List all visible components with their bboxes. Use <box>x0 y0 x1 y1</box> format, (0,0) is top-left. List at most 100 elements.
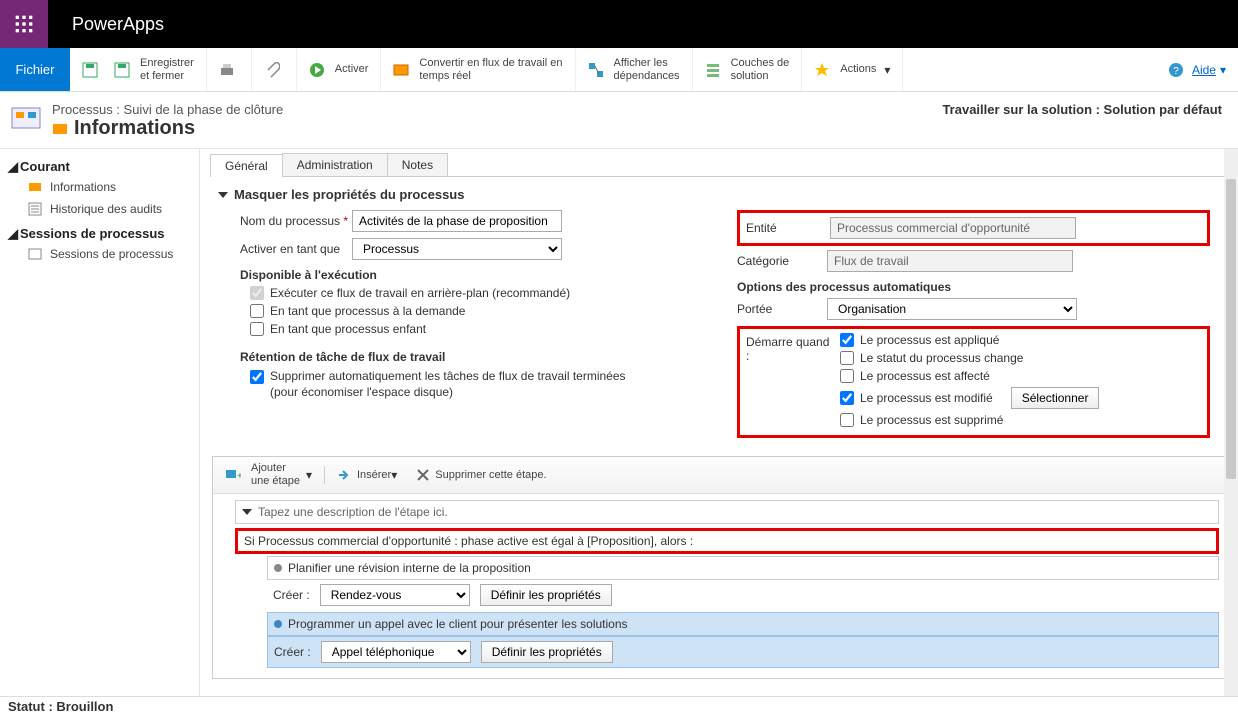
auto-options-header: Options des processus automatiques <box>737 280 1210 294</box>
retention-checkbox[interactable] <box>250 370 264 384</box>
action-2-title[interactable]: Programmer un appel avec le client pour … <box>267 612 1219 636</box>
activate-as-label: Activer en tant que <box>240 242 352 256</box>
select-fields-button[interactable]: Sélectionner <box>1011 387 1100 409</box>
child-label: En tant que processus enfant <box>270 322 426 336</box>
paperclip-icon <box>264 62 280 78</box>
main-panel: Général Administration Notes Masquer les… <box>200 149 1238 701</box>
left-column: Nom du processus Activer en tant queProc… <box>240 210 713 438</box>
action-1-title[interactable]: Planifier une révision interne de la pro… <box>267 556 1219 580</box>
start-modified-checkbox[interactable] <box>840 391 854 405</box>
action-2-set-props-button[interactable]: Définir les propriétés <box>481 641 613 663</box>
actions-icon <box>814 62 830 78</box>
step-description-input[interactable]: Tapez une description de l'étape ici. <box>235 500 1219 524</box>
layers-icon <box>705 62 721 78</box>
print-button[interactable] <box>213 48 245 91</box>
svg-text:+: + <box>237 471 241 482</box>
page-title: Informations <box>74 117 195 140</box>
scrollbar-thumb[interactable] <box>1226 179 1236 479</box>
delete-icon <box>415 467 431 483</box>
chevron-down-icon: ▾ <box>306 468 312 482</box>
convert-button[interactable]: Convertir en flux de travail en temps ré… <box>387 48 568 91</box>
available-header: Disponible à l'exécution <box>240 268 713 282</box>
tab-general[interactable]: Général <box>210 154 283 177</box>
chevron-down-icon: ▾ <box>391 468 397 482</box>
entity-value: Processus commercial d'opportunité <box>830 217 1076 239</box>
save-close-button[interactable]: Enregistrer et fermer <box>108 48 200 91</box>
convert-icon <box>393 62 409 78</box>
sidebar-item-sessions[interactable]: Sessions de processus <box>0 243 199 265</box>
right-column: EntitéProcessus commercial d'opportunité… <box>737 210 1210 438</box>
help-link[interactable]: ?Aide▾ <box>1168 48 1226 91</box>
print-icon <box>219 62 235 78</box>
sidebar-item-informations[interactable]: Informations <box>0 176 199 198</box>
file-tab[interactable]: Fichier <box>0 48 70 91</box>
page-header: Processus : Suivi de la phase de clôture… <box>0 92 1238 149</box>
expand-step-icon <box>242 509 252 515</box>
sidebar-item-audit-history[interactable]: Historique des audits <box>0 198 199 220</box>
start-applied-checkbox[interactable] <box>840 333 854 347</box>
start-assigned-checkbox[interactable] <box>840 369 854 383</box>
action-2-config: Créer : Appel téléphonique Définir les p… <box>267 636 1219 668</box>
activate-icon <box>309 62 325 78</box>
retention-header: Rétention de tâche de flux de travail <box>240 350 713 364</box>
svg-text:?: ? <box>1173 66 1179 77</box>
history-icon <box>28 202 42 216</box>
on-demand-checkbox[interactable] <box>250 304 264 318</box>
section-toggle-properties[interactable]: Masquer les propriétés du processus <box>200 177 1238 206</box>
info-title-icon <box>52 121 68 137</box>
process-icon <box>10 102 42 134</box>
add-step-icon: + <box>225 467 241 483</box>
bullet-icon <box>274 620 282 628</box>
top-bar: PowerApps <box>0 0 1238 48</box>
sidebar-section-sessions[interactable]: ◢Sessions de processus <box>0 220 199 243</box>
breadcrumb: Processus : Suivi de la phase de clôture <box>52 102 283 117</box>
delete-step-button[interactable]: Supprimer cette étape. <box>409 465 552 485</box>
add-step-button[interactable]: +Ajouter une étape▾ <box>219 460 318 490</box>
save-icon <box>82 62 98 78</box>
create-label: Créer : <box>274 645 311 659</box>
help-icon: ? <box>1168 62 1184 78</box>
waffle-icon <box>14 14 34 34</box>
save-close-icon <box>114 62 130 78</box>
workflow-designer: +Ajouter une étape▾ Insérer▾ Supprimer c… <box>212 456 1226 679</box>
tab-administration[interactable]: Administration <box>282 153 388 176</box>
start-deleted-checkbox[interactable] <box>840 413 854 427</box>
action-1-type-select[interactable]: Rendez-vous <box>320 584 470 606</box>
tab-notes[interactable]: Notes <box>387 153 448 176</box>
activate-button[interactable]: Activer <box>303 48 375 91</box>
process-name-input[interactable] <box>352 210 562 232</box>
app-launcher-button[interactable] <box>0 0 48 48</box>
activate-as-select[interactable]: Processus <box>352 238 562 260</box>
save-button[interactable] <box>76 48 108 91</box>
status-bar: Statut : Brouillon <box>0 696 1238 720</box>
action-1-set-props-button[interactable]: Définir les propriétés <box>480 584 612 606</box>
scope-label: Portée <box>737 302 827 316</box>
start-status-checkbox[interactable] <box>840 351 854 365</box>
solution-label: Travailler sur la solution : Solution pa… <box>942 102 1222 117</box>
child-checkbox[interactable] <box>250 322 264 336</box>
process-name-label: Nom du processus <box>240 214 352 228</box>
sidebar-section-current[interactable]: ◢Courant <box>0 153 199 176</box>
condition-row[interactable]: Si Processus commercial d'opportunité : … <box>235 528 1219 554</box>
bullet-icon <box>274 564 282 572</box>
workflow-toolbar: +Ajouter une étape▾ Insérer▾ Supprimer c… <box>213 457 1225 494</box>
actions-menu[interactable]: Actions▾ <box>808 48 896 91</box>
entity-label: Entité <box>746 221 830 235</box>
scope-select[interactable]: Organisation <box>827 298 1077 320</box>
app-title: PowerApps <box>72 14 164 35</box>
info-icon <box>28 180 42 194</box>
tabstrip: Général Administration Notes <box>210 153 1228 177</box>
vertical-scrollbar[interactable] <box>1224 149 1238 701</box>
ribbon: Fichier Enregistrer et fermer Activer Co… <box>0 48 1238 92</box>
solution-layers-button[interactable]: Couches de solution <box>699 48 796 91</box>
show-deps-button[interactable]: Afficher les dépendances <box>582 48 686 91</box>
action-1-config: Créer : Rendez-vous Définir les propriét… <box>267 580 1219 610</box>
sessions-icon <box>28 247 42 261</box>
start-when-label: Démarre quand : <box>746 333 836 363</box>
insert-button[interactable]: Insérer▾ <box>331 465 403 485</box>
retention-label: Supprimer automatiquement les tâches de … <box>270 368 630 400</box>
on-demand-label: En tant que processus à la demande <box>270 304 465 318</box>
chevron-down-icon: ▾ <box>1220 63 1226 77</box>
attach-button[interactable] <box>258 48 290 91</box>
action-2-type-select[interactable]: Appel téléphonique <box>321 641 471 663</box>
